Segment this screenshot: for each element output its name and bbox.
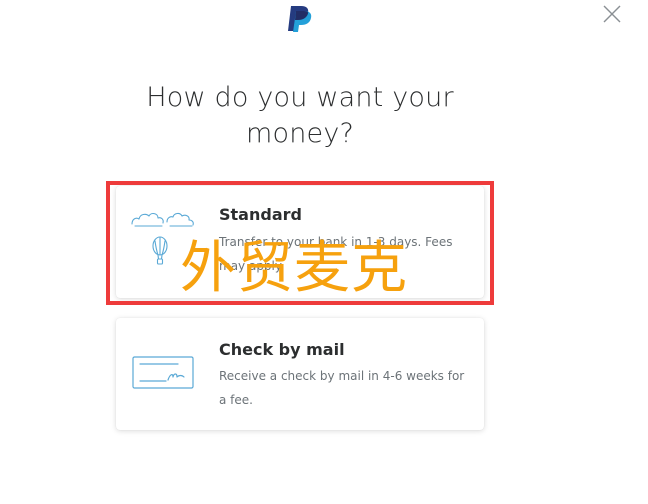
option-check-title: Check by mail [219, 340, 345, 359]
page-title: How do you want your money? [146, 82, 454, 149]
clouds-balloon-icon [130, 208, 198, 277]
close-icon [603, 5, 621, 23]
option-standard-card[interactable]: Standard Transfer to your bank in 1-3 da… [116, 186, 484, 298]
paypal-logo-icon [284, 4, 318, 34]
transfer-method-dialog: How do you want your money? Standard Tra… [0, 0, 648, 504]
option-check-by-mail-card[interactable]: Check by mail Receive a check by mail in… [116, 318, 484, 430]
option-standard-title: Standard [219, 205, 302, 224]
option-standard-description: Transfer to your bank in 1-3 days. Fees … [219, 235, 453, 273]
close-button[interactable] [600, 2, 624, 26]
check-icon [132, 356, 194, 395]
option-check-description: Receive a check by mail in 4-6 weeks for… [219, 369, 465, 407]
